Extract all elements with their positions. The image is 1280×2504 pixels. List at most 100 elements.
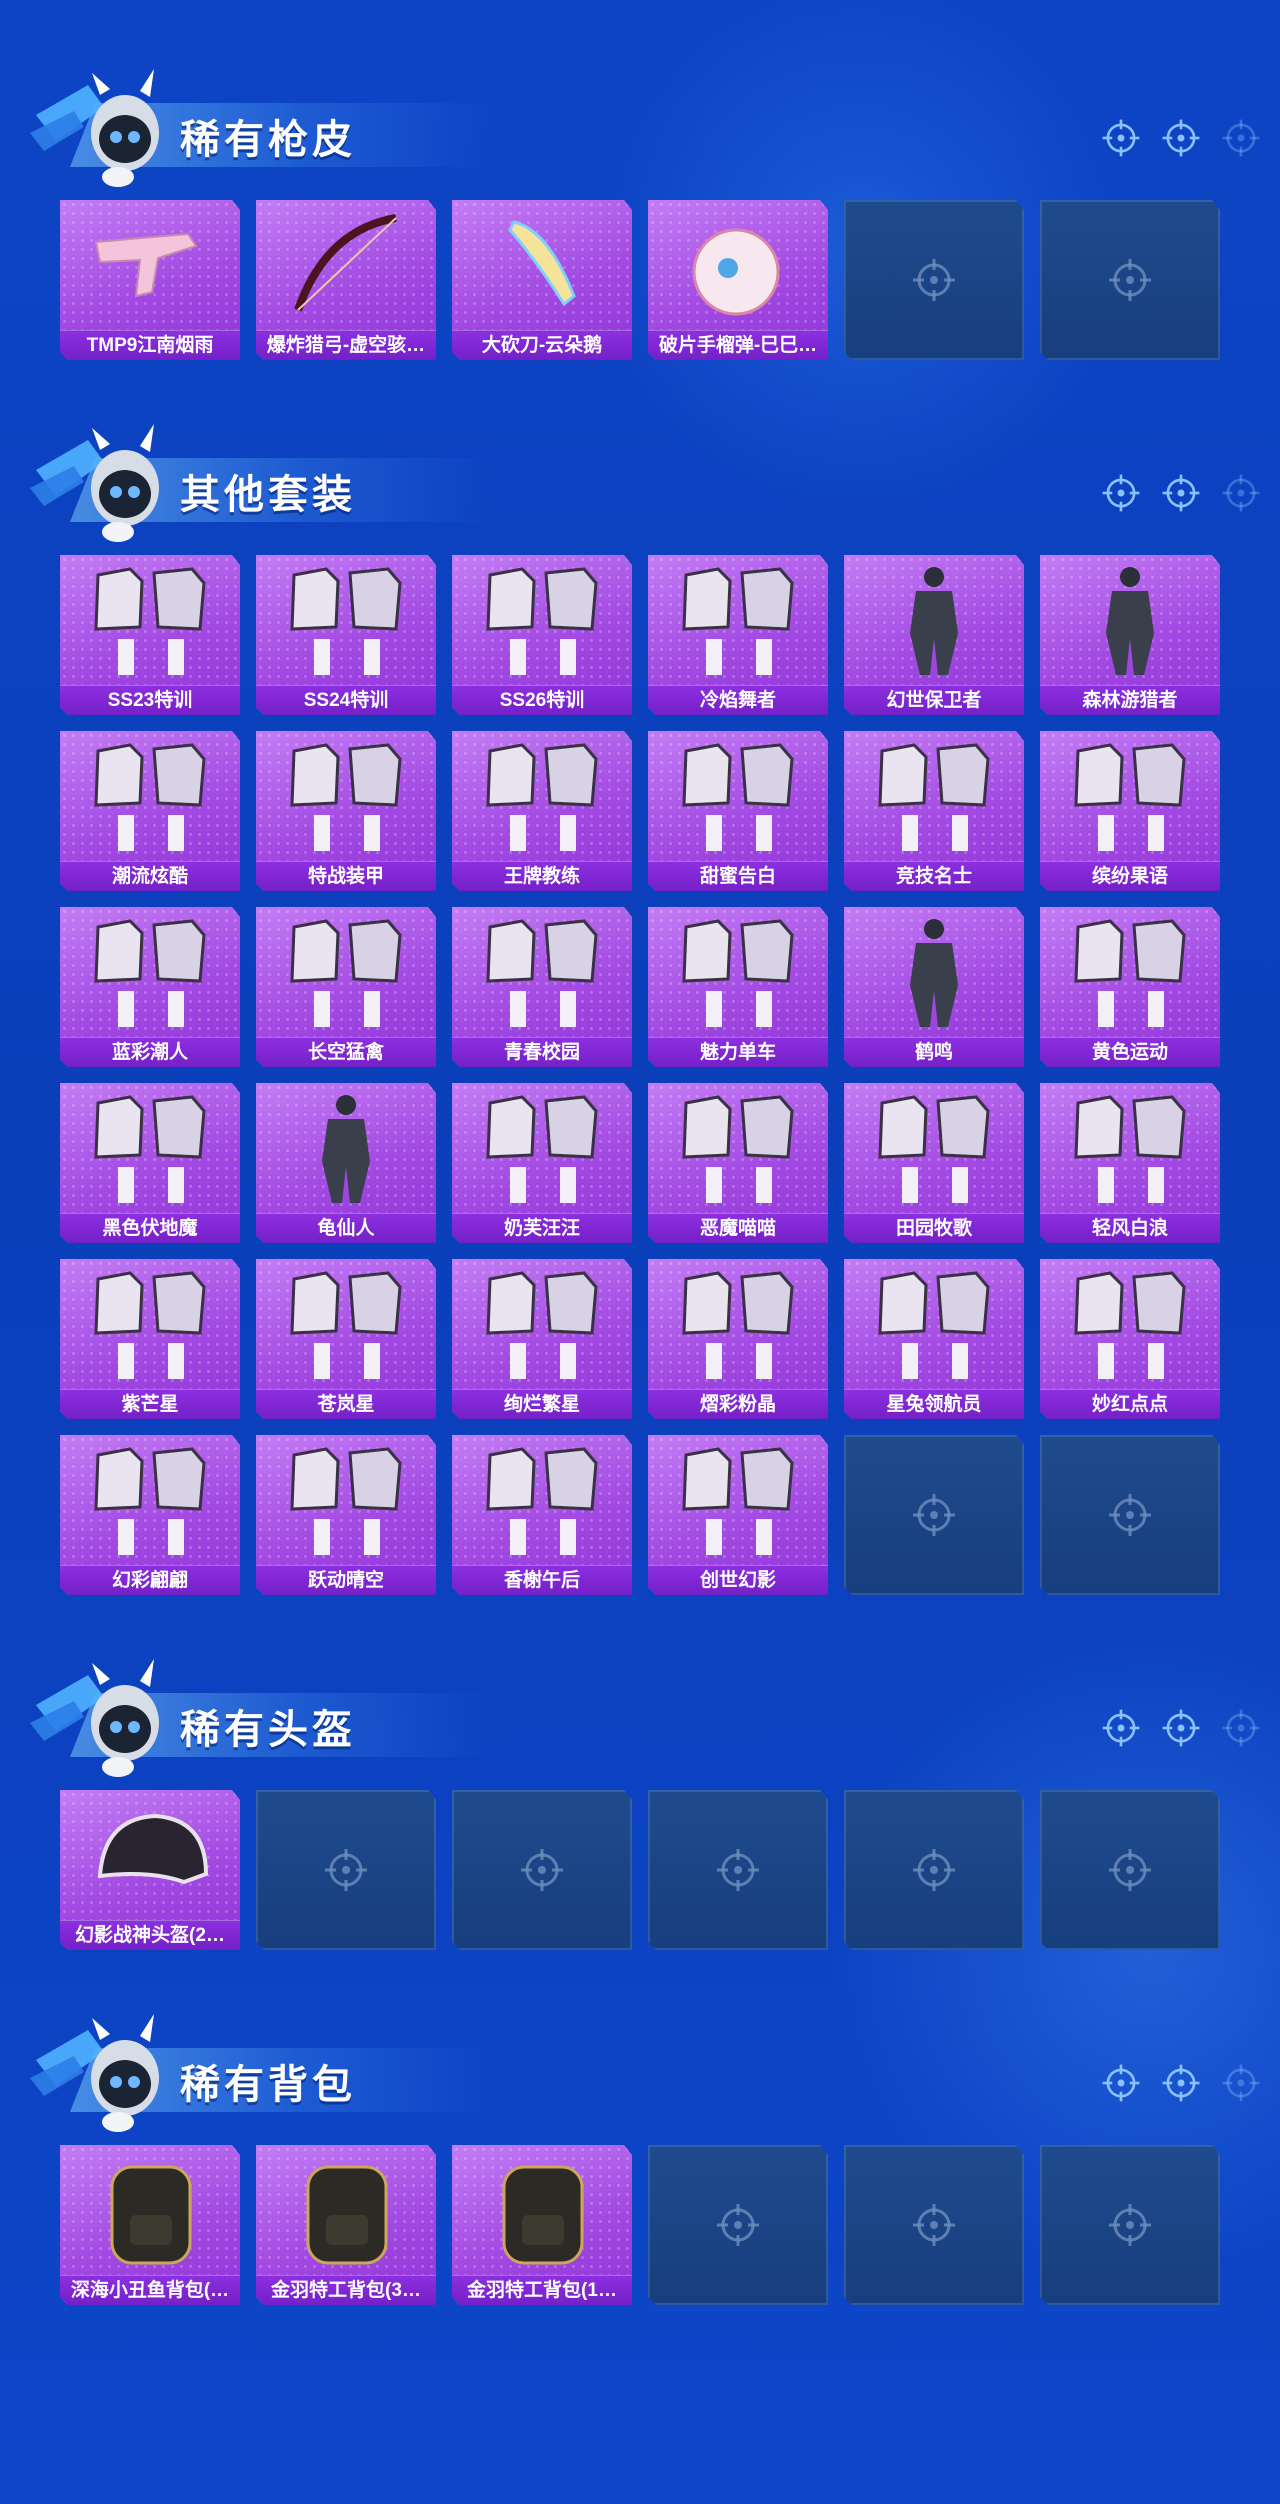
section-title: 稀有头盔 xyxy=(180,1708,356,1752)
item-card[interactable]: 轻风白浪 xyxy=(1040,1083,1220,1243)
outfit-hoodie-icon xyxy=(844,907,1024,1035)
crosshair-icon xyxy=(1220,1707,1262,1754)
crosshair-icon xyxy=(1100,472,1142,519)
backpack-icon xyxy=(256,2145,436,2273)
item-card[interactable]: 竞技名士 xyxy=(844,731,1024,891)
outfit-figure-icon xyxy=(844,555,1024,683)
section-header: 其他套装 xyxy=(30,410,1260,550)
backpack-icon xyxy=(60,2145,240,2273)
crosshair-icon xyxy=(910,2201,958,2249)
item-card[interactable]: SS24特训 xyxy=(256,555,436,715)
section: 稀有头盔幻影战神头盔(2… xyxy=(0,1645,1280,1966)
item-card[interactable]: 黑色伏地魔 xyxy=(60,1083,240,1243)
outfit-set-icon xyxy=(648,1083,828,1211)
item-card[interactable]: 特战装甲 xyxy=(256,731,436,891)
item-card[interactable]: 大砍刀-云朵鹅 xyxy=(452,200,632,360)
item-name: TMP9江南烟雨 xyxy=(60,330,240,360)
item-card[interactable]: 冷焰舞者 xyxy=(648,555,828,715)
item-card[interactable]: 妙红点点 xyxy=(1040,1259,1220,1419)
item-name: 黄色运动 xyxy=(1040,1037,1220,1067)
outfit-set-icon xyxy=(1040,1259,1220,1387)
item-name: 魅力单车 xyxy=(648,1037,828,1067)
item-card[interactable]: 创世幻影 xyxy=(648,1435,828,1595)
outfit-figure-icon xyxy=(1040,555,1220,683)
bow-skin-icon xyxy=(256,200,436,328)
machete-skin-icon xyxy=(452,200,632,328)
crosshair-icon xyxy=(1100,1707,1142,1754)
section-header: 稀有背包 xyxy=(30,2000,1260,2140)
item-card[interactable]: 奶芙汪汪 xyxy=(452,1083,632,1243)
outfit-set-icon xyxy=(844,731,1024,859)
section-title: 稀有枪皮 xyxy=(180,118,356,162)
empty-slot xyxy=(648,2145,828,2305)
item-name: 绚烂繁星 xyxy=(452,1389,632,1419)
item-card[interactable]: 香榭午后 xyxy=(452,1435,632,1595)
item-card[interactable]: 潮流炫酷 xyxy=(60,731,240,891)
item-name: 田园牧歌 xyxy=(844,1213,1024,1243)
crosshair-icon xyxy=(714,1846,762,1894)
outfit-set-icon xyxy=(452,1435,632,1563)
item-card[interactable]: 王牌教练 xyxy=(452,731,632,891)
outfit-shirt-icon xyxy=(256,1083,436,1211)
item-card[interactable]: 龟仙人 xyxy=(256,1083,436,1243)
item-card[interactable]: 幻彩翩翩 xyxy=(60,1435,240,1595)
item-card[interactable]: 破片手榴弹-巳巳… xyxy=(648,200,828,360)
outfit-set-icon xyxy=(1040,907,1220,1035)
outfit-set-icon xyxy=(256,555,436,683)
item-name: 苍岚星 xyxy=(256,1389,436,1419)
item-name: 大砍刀-云朵鹅 xyxy=(452,330,632,360)
crosshair-icon xyxy=(518,1846,566,1894)
crosshair-icon xyxy=(322,1846,370,1894)
item-name: 幻彩翩翩 xyxy=(60,1565,240,1595)
outfit-set-icon xyxy=(256,731,436,859)
mascot-icon xyxy=(30,2000,180,2140)
item-card[interactable]: 鹤鸣 xyxy=(844,907,1024,1067)
section-header: 稀有头盔 xyxy=(30,1645,1260,1785)
item-name: 冷焰舞者 xyxy=(648,685,828,715)
item-card[interactable]: 缤纷果语 xyxy=(1040,731,1220,891)
item-card[interactable]: 蓝彩潮人 xyxy=(60,907,240,1067)
item-card[interactable]: 长空猛禽 xyxy=(256,907,436,1067)
outfit-set-icon xyxy=(452,555,632,683)
outfit-set-icon xyxy=(1040,731,1220,859)
item-card[interactable]: 熠彩粉晶 xyxy=(648,1259,828,1419)
item-card[interactable]: 金羽特工背包(3… xyxy=(256,2145,436,2305)
item-card[interactable]: 田园牧歌 xyxy=(844,1083,1024,1243)
item-card[interactable]: 紫芒星 xyxy=(60,1259,240,1419)
item-card[interactable]: 黄色运动 xyxy=(1040,907,1220,1067)
item-card[interactable]: 甜蜜告白 xyxy=(648,731,828,891)
item-card[interactable]: 深海小丑鱼背包(… xyxy=(60,2145,240,2305)
item-card[interactable]: 魅力单车 xyxy=(648,907,828,1067)
item-card[interactable]: 金羽特工背包(1… xyxy=(452,2145,632,2305)
item-name: 恶魔喵喵 xyxy=(648,1213,828,1243)
item-card[interactable]: 星兔领航员 xyxy=(844,1259,1024,1419)
item-card[interactable]: TMP9江南烟雨 xyxy=(60,200,240,360)
smg-skin-icon xyxy=(60,200,240,328)
item-card[interactable]: SS23特训 xyxy=(60,555,240,715)
item-card[interactable]: 苍岚星 xyxy=(256,1259,436,1419)
outfit-set-icon xyxy=(60,1435,240,1563)
item-name: 金羽特工背包(1… xyxy=(452,2275,632,2305)
crosshair-icon xyxy=(1100,117,1142,164)
item-card[interactable]: 森林游猎者 xyxy=(1040,555,1220,715)
crosshair-icon xyxy=(1160,472,1202,519)
outfit-set-icon xyxy=(648,731,828,859)
crosshair-icon xyxy=(1106,256,1154,304)
item-card[interactable]: 幻世保卫者 xyxy=(844,555,1024,715)
item-name: 龟仙人 xyxy=(256,1213,436,1243)
crosshair-icon xyxy=(910,1846,958,1894)
item-name: 跃动晴空 xyxy=(256,1565,436,1595)
item-card[interactable]: 恶魔喵喵 xyxy=(648,1083,828,1243)
outfit-set-icon xyxy=(60,1083,240,1211)
item-card[interactable]: 跃动晴空 xyxy=(256,1435,436,1595)
item-card[interactable]: 爆炸猎弓-虚空骇… xyxy=(256,200,436,360)
item-card[interactable]: 幻影战神头盔(2… xyxy=(60,1790,240,1950)
item-card[interactable]: 绚烂繁星 xyxy=(452,1259,632,1419)
mascot-icon xyxy=(30,410,180,550)
crosshair-icon xyxy=(1220,117,1262,164)
item-card[interactable]: SS26特训 xyxy=(452,555,632,715)
item-card[interactable]: 青春校园 xyxy=(452,907,632,1067)
item-name: 缤纷果语 xyxy=(1040,861,1220,891)
empty-slot xyxy=(844,1435,1024,1595)
item-name: 甜蜜告白 xyxy=(648,861,828,891)
